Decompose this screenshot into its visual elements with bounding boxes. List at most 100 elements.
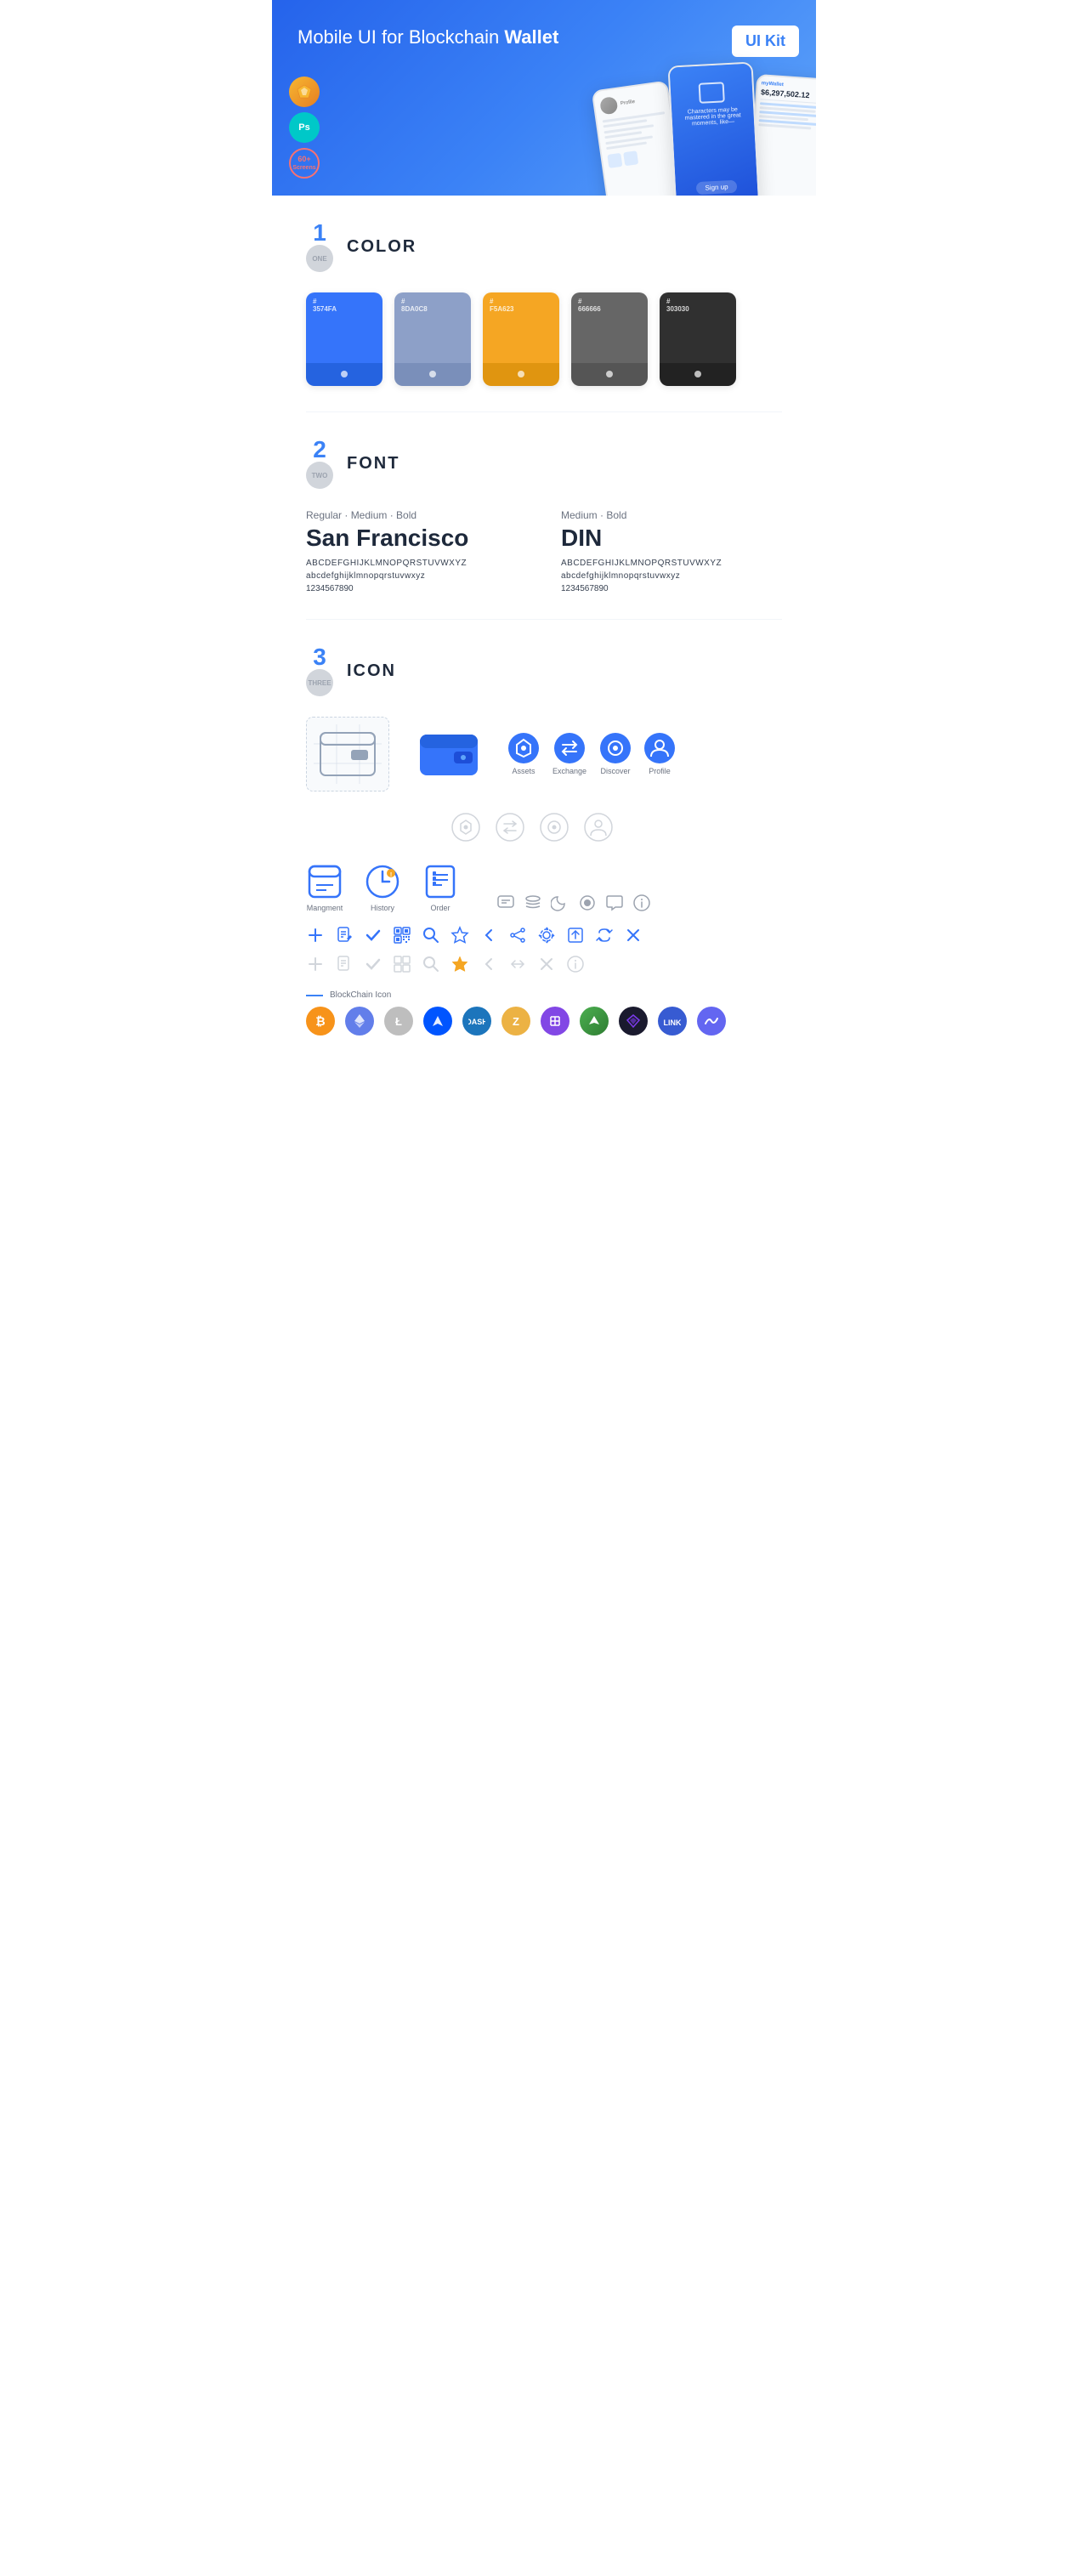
bitcoin-icon: ₿	[306, 1007, 335, 1036]
share-icon	[508, 926, 527, 945]
nav-icons-outline-row	[306, 812, 782, 843]
profile-label: Profile	[649, 767, 671, 775]
color-section-header: 1 ONE COLOR	[306, 221, 782, 272]
assets-icon	[508, 733, 539, 763]
60plus-badge: 60+Screens	[289, 148, 320, 179]
info-icon	[632, 894, 651, 912]
blockchain-line	[306, 995, 323, 996]
grid-crypto-icon	[541, 1007, 570, 1036]
wallet-wireframe-svg	[314, 724, 382, 784]
color-title: COLOR	[347, 237, 416, 257]
icon-order: Order	[422, 863, 459, 912]
font-section-header: 2 TWO FONT	[306, 438, 782, 489]
font-style-label-sf: Regular · Medium · Bold	[306, 509, 527, 521]
blockchain-label-row: BlockChain Icon	[306, 990, 782, 1000]
phone-center: Characters may be mastered in the great …	[667, 62, 760, 196]
utility-icons-outline-row	[306, 955, 782, 973]
swatch-dot	[429, 371, 436, 377]
svg-text:!: !	[390, 872, 392, 878]
wallet-icon-colored	[415, 724, 483, 784]
crypto-icons-row: ₿ Ł DASH	[306, 1007, 782, 1036]
swatch-dark: #303030	[660, 292, 736, 386]
arrows-outline-icon	[508, 955, 527, 973]
gear-icon	[537, 926, 556, 945]
steem-icon	[580, 1007, 609, 1036]
icon-history: ! History	[364, 863, 401, 912]
icon-management: Mangment	[306, 863, 343, 912]
icon-title: ICON	[347, 661, 396, 681]
grid-outline-icon	[393, 955, 411, 973]
hero-section: Mobile UI for Blockchain Wallet UI Kit P…	[272, 0, 816, 196]
discover-icon	[600, 733, 631, 763]
icon-section-header: 3 THREE ICON	[306, 645, 782, 696]
icon-assets: Assets	[508, 733, 539, 775]
profile-icon	[644, 733, 675, 763]
sketch-badge	[289, 77, 320, 107]
swatch-dot	[518, 371, 524, 377]
exchange-icon	[554, 733, 585, 763]
order-label: Order	[430, 904, 450, 912]
check-icon	[364, 926, 382, 945]
qr-icon	[393, 926, 411, 945]
icon-profile: Profile	[644, 733, 675, 775]
discover-outline-svg	[539, 812, 570, 843]
color-section: 1 ONE COLOR #3574FA #8DA0C8 #F5A	[272, 196, 816, 411]
blockchain-label: BlockChain Icon	[330, 990, 391, 1000]
layers-icon	[524, 894, 542, 912]
exchange-outline-icon	[495, 812, 525, 843]
close-icon	[624, 926, 643, 945]
x-outline-icon	[537, 955, 556, 973]
history-icon-svg: !	[364, 863, 401, 900]
upload-icon	[566, 926, 585, 945]
nav-icons-row: Assets Exchange Discover	[508, 733, 675, 775]
swatch-blue: #3574FA	[306, 292, 382, 386]
waves-icon	[423, 1007, 452, 1036]
exchange-label: Exchange	[552, 767, 586, 775]
svg-text:₿: ₿	[315, 1014, 325, 1028]
history-label: History	[371, 904, 394, 912]
section-number-2: 2 TWO	[306, 438, 333, 489]
moon-icon	[551, 894, 570, 912]
profile-outline-svg	[583, 812, 614, 843]
section-number-3: 3 THREE	[306, 645, 333, 696]
swatch-orange: #F5A623	[483, 292, 559, 386]
star-gold-icon	[450, 955, 469, 973]
icon-section: 3 THREE ICON	[272, 620, 816, 1061]
app-icons-row: Mangment ! History Order	[306, 863, 782, 912]
font-din: Medium · Bold DIN ABCDEFGHIJKLMNOPQRSTUV…	[561, 509, 782, 593]
wallet-colored-svg	[415, 724, 483, 784]
swatch-gray: #666666	[571, 292, 648, 386]
circle-icon	[578, 894, 597, 912]
font-section: 2 TWO FONT Regular · Medium · Bold San F…	[272, 412, 816, 619]
font-upper-din: ABCDEFGHIJKLMNOPQRSTUVWXYZ	[561, 559, 782, 568]
diamond-icon	[619, 1007, 648, 1036]
font-name-din: DIN	[561, 525, 782, 552]
swatch-dot	[606, 371, 613, 377]
exchange-outline-svg	[495, 812, 525, 843]
assets-outline-svg	[450, 812, 481, 843]
sketch-icon	[296, 83, 313, 100]
doc-outline-icon	[335, 955, 354, 973]
litecoin-icon: Ł	[384, 1007, 413, 1036]
font-lower-sf: abcdefghijklmnopqrstuvwxyz	[306, 571, 527, 581]
icon-main-row: Assets Exchange Discover	[306, 717, 782, 792]
assets-outline-icon	[450, 812, 481, 843]
wallet-grid-wireframe	[306, 717, 389, 792]
ui-kit-badge: UI Kit	[732, 26, 799, 57]
color-swatches: #3574FA #8DA0C8 #F5A623 #666666	[306, 292, 782, 386]
order-icon-svg	[422, 863, 459, 900]
management-label: Mangment	[307, 904, 343, 912]
chainlink-icon: LINK	[658, 1007, 687, 1036]
font-numbers-din: 1234567890	[561, 584, 782, 593]
icon-discover: Discover	[600, 733, 631, 775]
ps-badge: Ps	[289, 112, 320, 143]
zcash-icon: Z	[502, 1007, 530, 1036]
hero-badges: Ps 60+Screens	[289, 77, 320, 179]
font-name-sf: San Francisco	[306, 525, 527, 552]
svg-text:DASH: DASH	[468, 1018, 485, 1026]
ethereum-icon	[345, 1007, 374, 1036]
profile-outline-icon	[583, 812, 614, 843]
management-icon-svg	[306, 863, 343, 900]
utility-icons-row	[306, 926, 782, 945]
svg-text:Z: Z	[513, 1015, 519, 1028]
